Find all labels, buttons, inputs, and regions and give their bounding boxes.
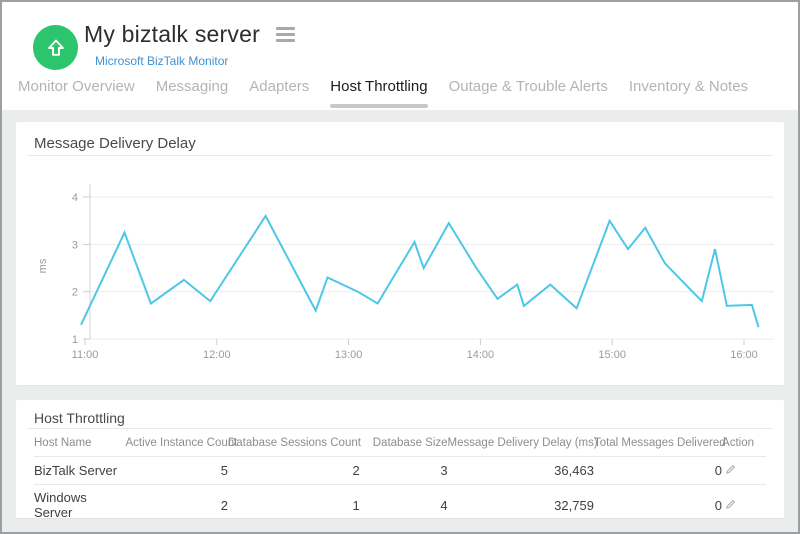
pencil-glyph [724,498,737,511]
page-title: My biztalk server [84,21,260,48]
column-header-total-messages-delivered: Total Messages Delivered [594,429,722,457]
column-header-database-sessions-count: Database Sessions Count [228,429,360,457]
database-sessions-count-cell: 1 [228,485,360,526]
tab-monitor-overview[interactable]: Monitor Overview [18,78,135,110]
x-tick-label: 14:00 [467,349,495,361]
column-header-active-instance-count: Active Instance Count [126,429,228,457]
hamburger-menu-icon[interactable] [274,25,297,44]
host-throttling-table: Host NameActive Instance CountDatabase S… [34,429,766,526]
tab-bar: Monitor Overview Messaging Adapters Host Th… [18,78,798,110]
x-tick-label: 12:00 [203,349,231,361]
action-cell [722,485,766,526]
chart-title: Message Delivery Delay [16,122,784,155]
column-header-action: Action [722,429,766,457]
message-delivery-delay-chart: 1 2 3 4 11:00 12:00 13:00 14:00 15:00 16:00 ms [16,156,788,386]
y-tick-label: 2 [72,287,78,299]
content-area: Message Delivery Delay 123411:0012:0013:… [2,110,798,532]
action-cell [722,457,766,485]
database-size-cell: 3 [360,457,448,485]
table-row: Windows Server21432,7590 [34,485,766,526]
x-tick-label: 15:00 [598,349,626,361]
y-tick-label: 1 [72,334,78,346]
y-tick-label: 3 [72,239,78,251]
database-sessions-count-cell: 2 [228,457,360,485]
tab-inventory-notes[interactable]: Inventory & Notes [629,78,748,110]
message-delivery-delay-ms-cell: 36,463 [448,457,594,485]
chart-card: Message Delivery Delay 1 2 3 4 11:00 12:00 13:… [16,122,784,385]
database-size-cell: 4 [360,485,448,526]
tab-outage-trouble-alerts[interactable]: Outage & Trouble Alerts [449,78,608,110]
active-instance-count-cell: 2 [126,485,228,526]
column-header-database-size: Database Size [360,429,448,457]
tab-messaging[interactable]: Messaging [156,78,229,110]
total-messages-delivered-cell: 0 [594,457,722,485]
x-tick-label: 13:00 [335,349,363,361]
table-row: BizTalk Server52336,4630 [34,457,766,485]
pencil-glyph [724,463,737,476]
total-messages-delivered-cell: 0 [594,485,722,526]
delivery-delay-line-series [81,216,759,327]
active-instance-count-cell: 5 [126,457,228,485]
monitor-type-link[interactable]: Microsoft BizTalk Monitor [95,54,228,68]
y-tick-label: 4 [72,192,78,204]
app-window: My biztalk server Microsoft BizTalk Moni… [0,0,800,534]
column-header-host-name: Host Name [34,429,126,457]
pencil-edit-icon[interactable] [722,497,739,512]
x-tick-label: 16:00 [730,349,758,361]
x-tick-label: 11:00 [72,349,99,361]
arrow-up-icon [45,37,67,59]
table-title: Host Throttling [16,400,784,428]
y-axis-label: ms [37,258,49,273]
header: My biztalk server Microsoft BizTalk Moni… [2,2,798,110]
pencil-edit-icon[interactable] [722,462,739,477]
host-name-cell: Windows Server [34,485,126,526]
host-name-cell: BizTalk Server [34,457,126,485]
table-header-row: Host NameActive Instance CountDatabase S… [34,429,766,457]
status-avatar [33,25,78,70]
tab-host-throttling[interactable]: Host Throttling [330,78,427,110]
tab-adapters[interactable]: Adapters [249,78,309,110]
column-header-message-delivery-delay-ms: Message Delivery Delay (ms) [448,429,594,457]
message-delivery-delay-ms-cell: 32,759 [448,485,594,526]
table-card: Host Throttling Host NameActive Instance… [16,400,784,518]
